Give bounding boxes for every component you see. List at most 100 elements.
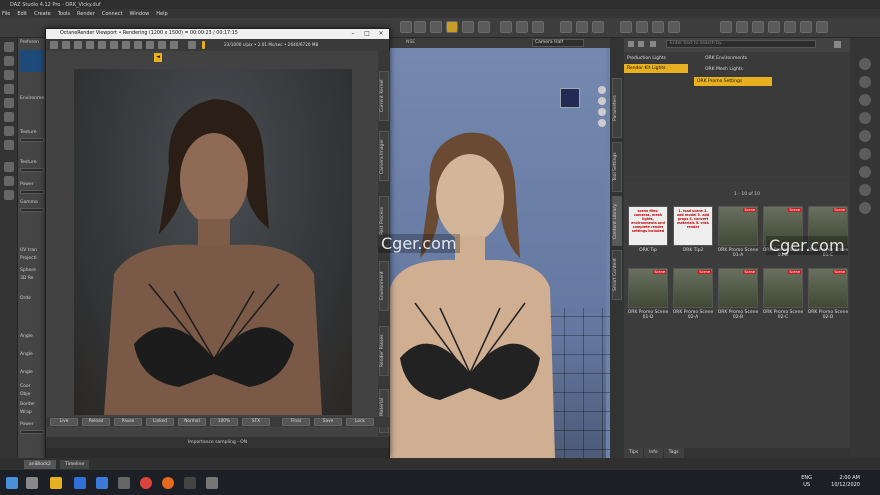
orbit-icon[interactable] xyxy=(598,86,606,94)
tool-icon[interactable] xyxy=(752,21,764,33)
daz-studio-icon[interactable] xyxy=(184,477,196,489)
tab-tags[interactable]: Tags xyxy=(663,448,684,458)
zoom-button[interactable]: 100% xyxy=(210,418,238,426)
tree-item[interactable]: Production Lights xyxy=(624,54,688,63)
content-thumbnail[interactable]: Scene xyxy=(628,268,668,308)
start-icon[interactable] xyxy=(6,477,18,489)
menu-icon[interactable] xyxy=(834,41,841,48)
content-thumbnail[interactable]: Scene xyxy=(718,206,758,246)
language-indicator[interactable]: ENG US xyxy=(801,475,812,489)
tab-content-library[interactable]: Content Library xyxy=(612,196,622,246)
setting-slider[interactable] xyxy=(20,138,44,142)
setting-slider[interactable] xyxy=(20,190,44,194)
tool-icon[interactable] xyxy=(859,76,871,88)
content-thumbnail[interactable]: 1. load scene 2. add model 3. add props … xyxy=(673,206,713,246)
tool-icon[interactable] xyxy=(768,21,780,33)
sfx-button[interactable]: SFX xyxy=(242,418,270,426)
tool-icon[interactable] xyxy=(532,21,544,33)
tool-icon[interactable] xyxy=(859,130,871,142)
minimize-button[interactable]: – xyxy=(346,29,360,39)
tool-icon[interactable] xyxy=(592,21,604,33)
tab-tips[interactable]: Tips xyxy=(624,448,644,458)
tool-icon[interactable] xyxy=(158,41,166,49)
content-thumbnail[interactable]: Scene xyxy=(718,268,758,308)
tool-icon[interactable] xyxy=(620,21,632,33)
tool-icon[interactable] xyxy=(516,21,528,33)
tree-item[interactable]: ORK Environments xyxy=(702,54,780,63)
tool-icon[interactable] xyxy=(74,41,82,49)
tool-icon[interactable] xyxy=(4,162,14,172)
app-icon[interactable] xyxy=(96,477,108,489)
tool-icon[interactable] xyxy=(736,21,748,33)
mail-icon[interactable] xyxy=(74,477,86,489)
tool-icon[interactable] xyxy=(859,94,871,106)
tab-timeline[interactable]: Timeline xyxy=(60,460,90,469)
tool-icon[interactable] xyxy=(98,41,106,49)
tool-icon[interactable] xyxy=(122,41,130,49)
tab-tool-settings[interactable]: Tool Settings xyxy=(612,142,622,192)
setting-slider[interactable] xyxy=(20,430,44,434)
undo-icon[interactable] xyxy=(4,112,14,122)
task-view-icon[interactable] xyxy=(26,477,38,489)
tool-icon[interactable] xyxy=(636,21,648,33)
camera-select[interactable]: Camera Half xyxy=(532,39,584,47)
tool-icon[interactable] xyxy=(462,21,474,33)
content-search-input[interactable]: Enter text to search by... xyxy=(666,40,816,48)
pan-icon[interactable] xyxy=(598,97,606,105)
app-icon[interactable] xyxy=(206,477,218,489)
tool-icon[interactable] xyxy=(668,21,680,33)
new-icon[interactable] xyxy=(4,42,14,52)
menu-create[interactable]: Create xyxy=(34,11,51,17)
tree-item-selected[interactable]: ORK Promo Settings xyxy=(694,77,772,86)
menu-render[interactable]: Render xyxy=(77,11,95,17)
tab-environment[interactable]: Environment xyxy=(379,261,389,311)
tool-icon[interactable] xyxy=(859,58,871,70)
tool-icon[interactable] xyxy=(146,41,154,49)
tool-icon[interactable] xyxy=(414,21,426,33)
maximize-button[interactable]: □ xyxy=(360,29,374,39)
tool-icon[interactable] xyxy=(400,21,412,33)
tab-info[interactable]: Info xyxy=(644,448,663,458)
menu-edit[interactable]: Edit xyxy=(17,11,27,17)
menu-tools[interactable]: Tools xyxy=(58,11,70,17)
tab-render-passes[interactable]: Render Passes xyxy=(379,326,389,376)
tool-icon[interactable] xyxy=(800,21,812,33)
normal-button[interactable]: Normal xyxy=(178,418,206,426)
forward-icon[interactable] xyxy=(638,41,644,47)
tool-icon[interactable] xyxy=(576,21,588,33)
tab-parameters[interactable]: Parameters xyxy=(612,78,622,138)
save-button[interactable]: Save xyxy=(314,418,342,426)
tool-icon[interactable] xyxy=(784,21,796,33)
help-icon[interactable] xyxy=(188,41,196,49)
chrome-icon[interactable] xyxy=(140,477,152,489)
redo-icon[interactable] xyxy=(4,126,14,136)
light-tool-icon[interactable] xyxy=(446,21,458,33)
content-thumbnail[interactable]: Scene xyxy=(673,268,713,308)
save-as-icon[interactable] xyxy=(4,98,14,108)
tool-icon[interactable] xyxy=(859,202,871,214)
close-button[interactable]: × xyxy=(374,29,388,39)
tool-icon[interactable] xyxy=(816,21,828,33)
setting-slider[interactable] xyxy=(20,168,44,172)
zoom-icon[interactable] xyxy=(598,108,606,116)
tool-icon[interactable] xyxy=(50,41,58,49)
tool-icon[interactable] xyxy=(859,112,871,124)
content-thumbnail[interactable]: Scene xyxy=(808,268,848,308)
tool-icon[interactable] xyxy=(62,41,70,49)
live-button[interactable]: Live xyxy=(50,418,78,426)
tool-icon[interactable] xyxy=(430,21,442,33)
home-icon[interactable] xyxy=(650,41,656,47)
menu-window[interactable]: Window xyxy=(130,11,150,17)
merge-icon[interactable] xyxy=(4,70,14,80)
app-icon[interactable] xyxy=(118,477,130,489)
save-icon[interactable] xyxy=(4,84,14,94)
firefox-icon[interactable] xyxy=(162,477,174,489)
camera-icon[interactable] xyxy=(560,21,572,33)
lock-button[interactable]: Lock xyxy=(346,418,374,426)
tree-item-selected[interactable]: Render Kit Lights xyxy=(624,64,688,73)
final-button[interactable]: Final xyxy=(282,418,310,426)
tool-icon[interactable] xyxy=(86,41,94,49)
tool-icon[interactable] xyxy=(720,21,732,33)
frame-icon[interactable] xyxy=(598,119,606,127)
tool-icon[interactable] xyxy=(859,166,871,178)
